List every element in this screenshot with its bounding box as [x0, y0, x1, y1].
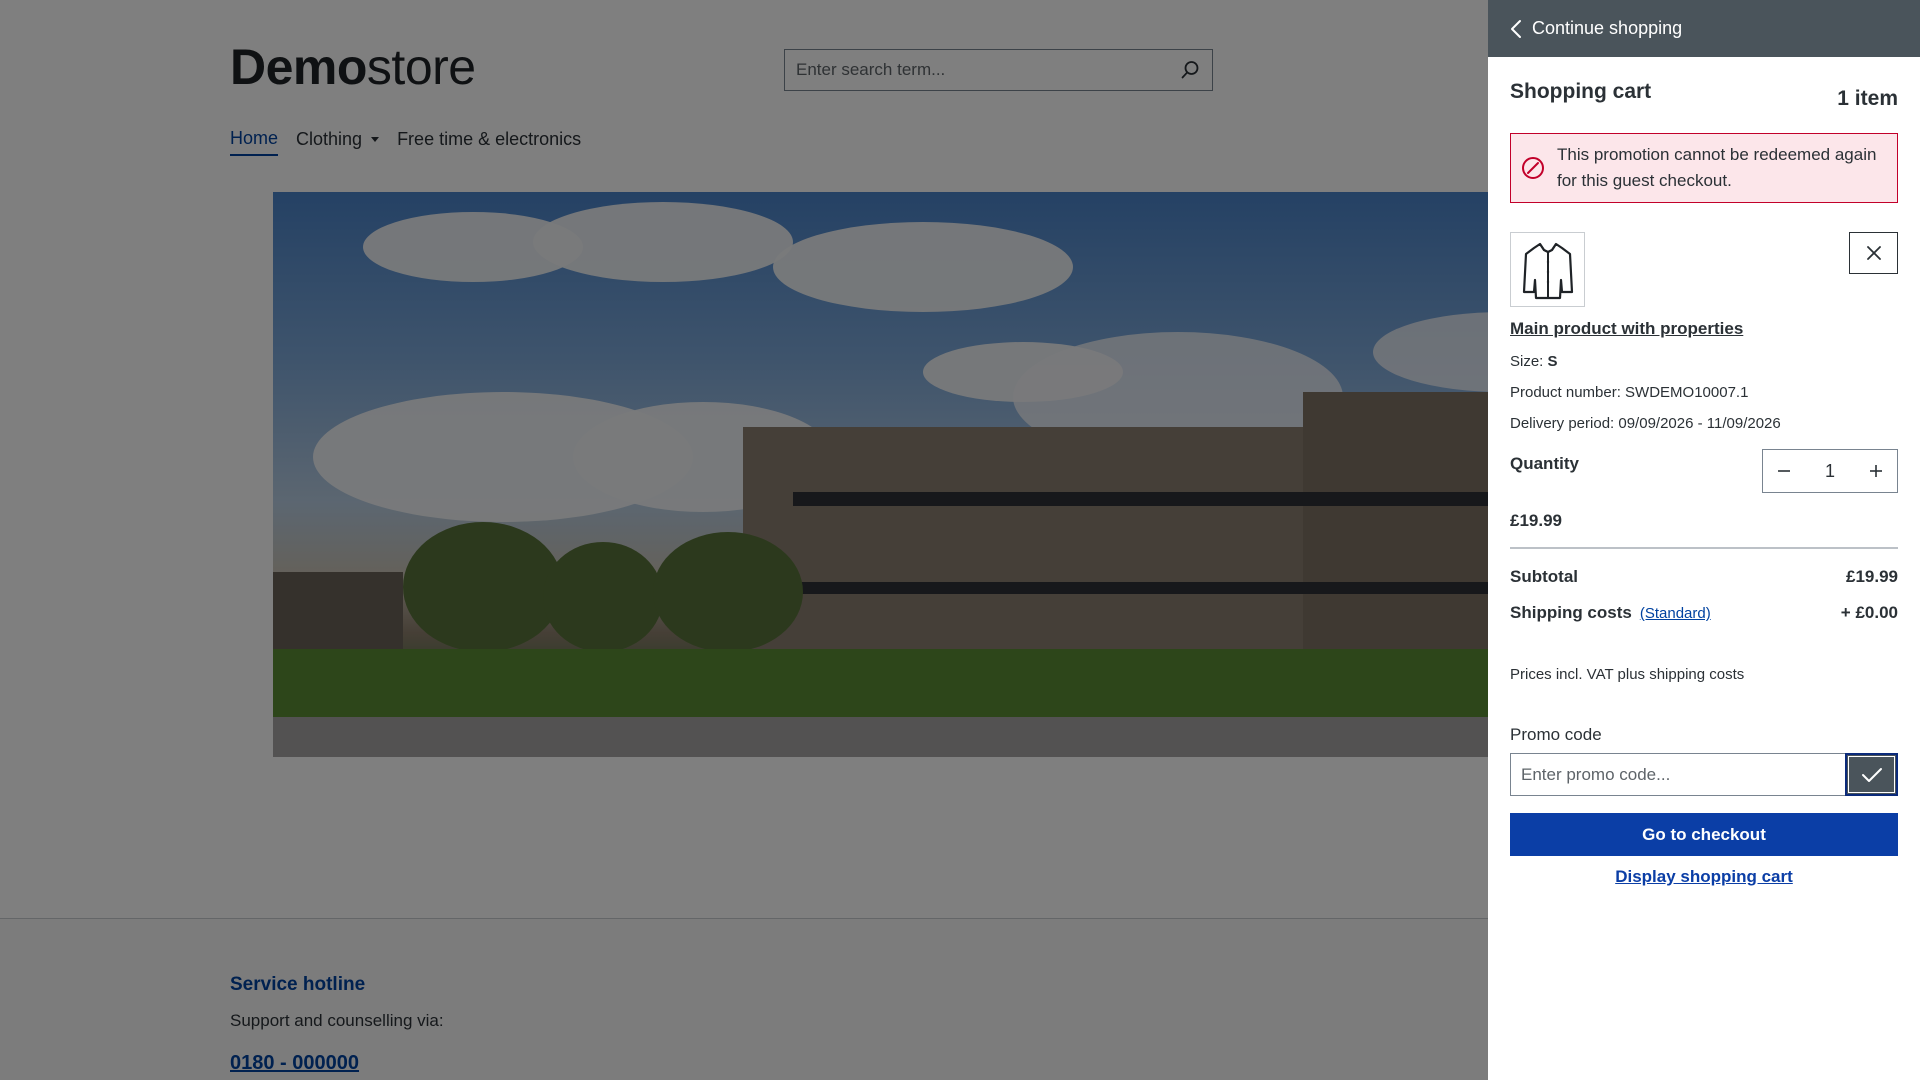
apply-promo-button[interactable] — [1845, 753, 1898, 796]
shipping-method-link[interactable]: (Standard) — [1640, 605, 1711, 622]
alert-text: This promotion cannot be redeemed again … — [1557, 145, 1877, 190]
chevron-left-icon — [1510, 19, 1522, 39]
checkmark-icon — [1861, 767, 1882, 782]
shipping-row: Shipping costs (Standard) + £0.00 — [1510, 603, 1898, 623]
forbidden-icon — [1521, 156, 1547, 180]
vat-note: Prices incl. VAT plus shipping costs — [1510, 666, 1745, 683]
plus-icon — [1869, 465, 1882, 477]
go-to-checkout-button[interactable]: Go to checkout — [1510, 813, 1898, 856]
promo-code-input[interactable] — [1510, 753, 1845, 796]
product-size: Size: S — [1510, 353, 1558, 370]
close-icon — [1866, 246, 1881, 260]
offcanvas-cart: Continue shopping Shopping cart 1 item T… — [1488, 0, 1920, 1080]
promo-code-label: Promo code — [1510, 725, 1602, 744]
promo-code-form — [1510, 753, 1898, 796]
continue-shopping-button[interactable]: Continue shopping — [1488, 0, 1920, 57]
product-thumbnail[interactable] — [1510, 232, 1585, 307]
subtotal-label: Subtotal — [1510, 567, 1578, 586]
remove-item-button[interactable] — [1849, 232, 1898, 274]
decrease-quantity-button[interactable] — [1763, 450, 1805, 492]
product-name-link[interactable]: Main product with properties — [1510, 319, 1898, 339]
delivery-period: Delivery period: 09/09/2026 - 11/09/2026 — [1510, 415, 1781, 432]
line-item — [1510, 232, 1898, 307]
jacket-icon — [1522, 242, 1573, 299]
display-shopping-cart-link[interactable]: Display shopping cart — [1510, 867, 1898, 887]
subtotal-value: £19.99 — [1846, 567, 1898, 586]
cart-item-count: 1 item — [1837, 87, 1898, 110]
quantity-value[interactable]: 1 — [1825, 461, 1835, 482]
shipping-value: + £0.00 — [1840, 603, 1898, 622]
cart-title: Shopping cart — [1510, 80, 1652, 103]
promotion-error-alert: This promotion cannot be redeemed again … — [1510, 133, 1898, 203]
product-number: Product number: SWDEMO10007.1 — [1510, 384, 1749, 401]
shipping-label: Shipping costs — [1510, 603, 1632, 622]
minus-icon — [1778, 470, 1790, 472]
subtotal-row: Subtotal £19.99 — [1510, 567, 1898, 587]
quantity-stepper: 1 — [1762, 449, 1898, 493]
quantity-label: Quantity — [1510, 454, 1579, 473]
continue-shopping-label: Continue shopping — [1532, 18, 1683, 38]
line-item-price: £19.99 — [1510, 511, 1898, 549]
increase-quantity-button[interactable] — [1855, 450, 1897, 492]
